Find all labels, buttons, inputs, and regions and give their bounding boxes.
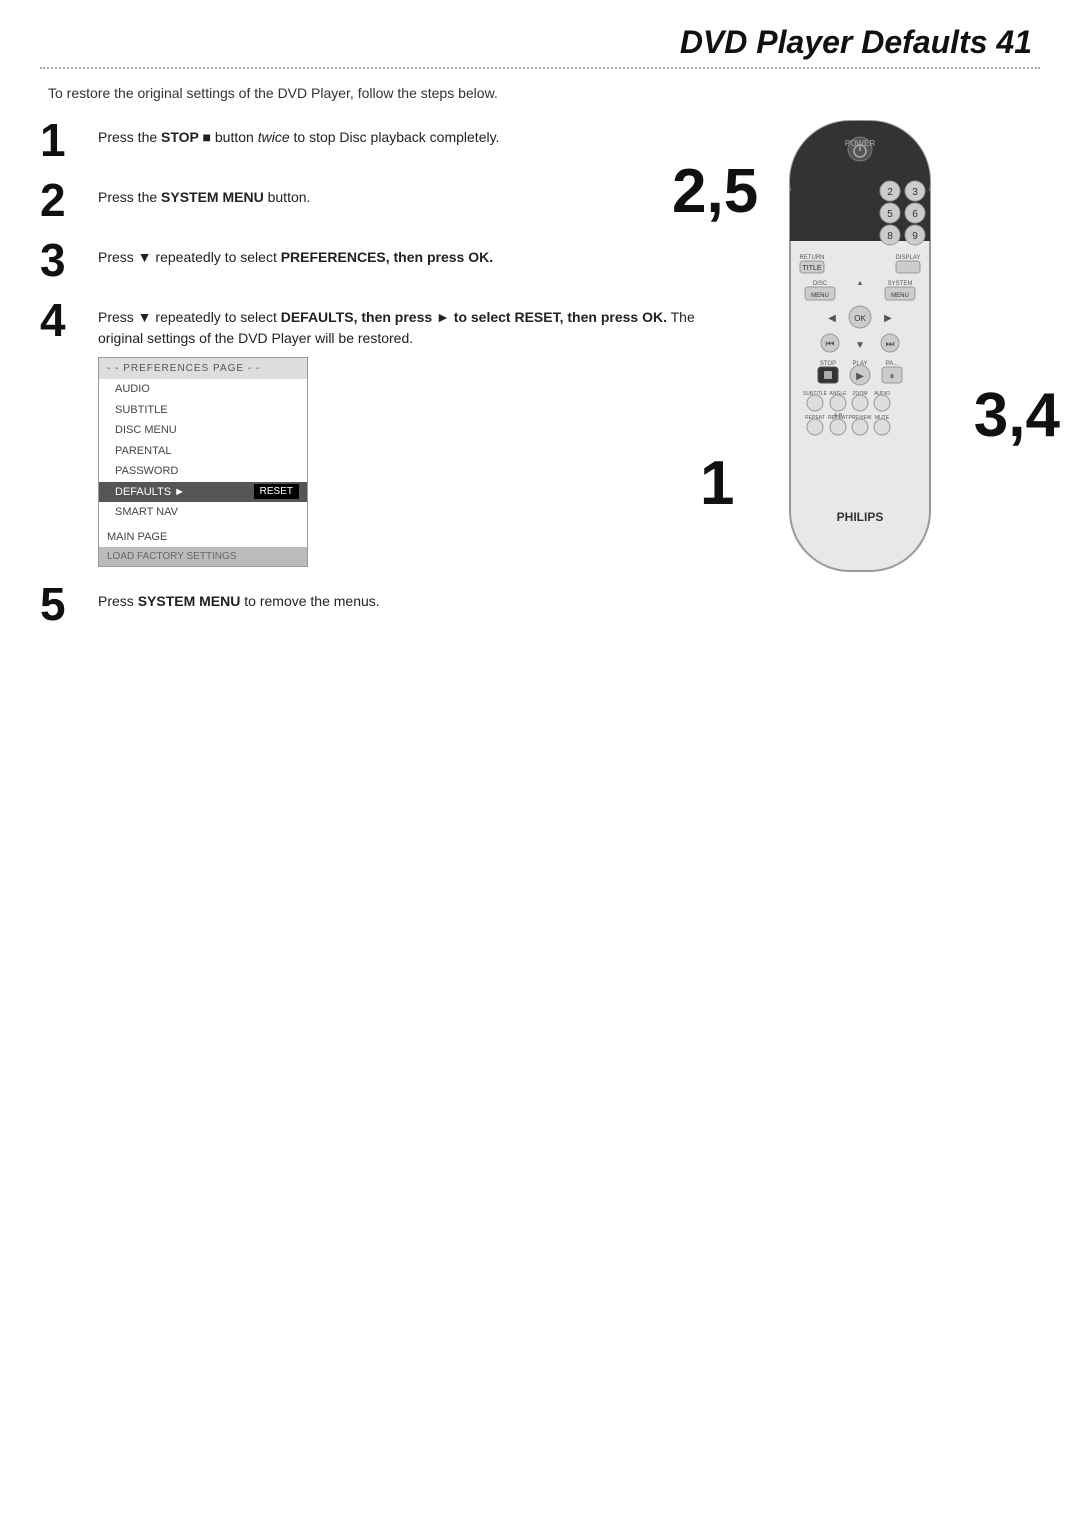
svg-text:STOP: STOP [820, 361, 836, 367]
svg-text:◀: ◀ [828, 313, 836, 324]
step-3-row: 3 Press ▼ repeatedly to select PREFERENC… [40, 241, 700, 283]
step-4-number: 4 [40, 297, 88, 343]
remote-label-34: 3,4 [974, 385, 1060, 447]
step-2-number: 2 [40, 177, 88, 223]
remote-label-1: 1 [700, 453, 734, 515]
svg-text:MENU: MENU [891, 293, 909, 299]
svg-text:⏮: ⏮ [826, 339, 835, 350]
step-2-row: 2 Press the SYSTEM MENU button. [40, 181, 700, 223]
step-1-text: Press the STOP ■ button twice to stop Di… [98, 121, 499, 148]
svg-text:⏭: ⏭ [886, 339, 895, 350]
svg-text:SYSTEM: SYSTEM [888, 281, 913, 287]
menu-item-disc-menu: DISC MENU [99, 420, 307, 441]
content-area: 1 Press the STOP ■ button twice to stop … [0, 121, 1080, 645]
step-4-row: 4 Press ▼ repeatedly to select DEFAULTS,… [40, 301, 700, 567]
step-3-number: 3 [40, 237, 88, 283]
svg-text:OK: OK [854, 314, 866, 323]
svg-text:2: 2 [887, 187, 893, 198]
svg-text:MENU: MENU [811, 293, 829, 299]
svg-text:▶: ▶ [884, 313, 892, 324]
svg-text:A-B: A-B [834, 413, 843, 419]
svg-text:8: 8 [887, 231, 893, 242]
svg-text:DISC: DISC [813, 281, 828, 287]
menu-item-subtitle: SUBTITLE [99, 400, 307, 421]
intro-text: To restore the original settings of the … [48, 85, 1032, 101]
step-3-text: Press ▼ repeatedly to select PREFERENCES… [98, 241, 493, 268]
menu-item-smart-nav: SMART NAV [99, 502, 307, 523]
svg-text:PA...: PA... [886, 361, 899, 367]
steps-column: 1 Press the STOP ■ button twice to stop … [40, 121, 720, 645]
step-2-text: Press the SYSTEM MENU button. [98, 181, 310, 208]
remote-wrapper: 2,5 3,4 1 POWER 2 3 [730, 111, 1030, 595]
step-1-number: 1 [40, 117, 88, 163]
svg-text:▶: ▶ [856, 371, 864, 382]
step-5-row: 5 Press SYSTEM MENU to remove the menus. [40, 585, 700, 627]
svg-text:3: 3 [912, 187, 918, 198]
svg-text:⏸: ⏸ [890, 371, 895, 381]
step-5-number: 5 [40, 581, 88, 627]
menu-item-load-settings: LOAD FACTORY SETTINGS [99, 547, 307, 566]
menu-item-password: PASSWORD [99, 461, 307, 482]
page-title: DVD Player Defaults 41 [0, 0, 1080, 67]
svg-text:RETURN: RETURN [800, 255, 825, 261]
svg-text:5: 5 [887, 209, 893, 220]
defaults-label: DEFAULTS ► [115, 484, 185, 501]
svg-text:DISPLAY: DISPLAY [896, 255, 921, 261]
svg-text:▲: ▲ [857, 280, 864, 287]
section-divider [40, 67, 1040, 69]
svg-text:PHILIPS: PHILIPS [837, 510, 884, 524]
svg-text:TITLE: TITLE [802, 265, 821, 272]
step-5-text: Press SYSTEM MENU to remove the menus. [98, 585, 380, 612]
svg-text:▼: ▼ [855, 340, 865, 351]
menu-item-defaults: DEFAULTS ► RESET [99, 482, 307, 503]
menu-preview: - - PREFERENCES PAGE - - AUDIO SUBTITLE … [98, 357, 308, 567]
reset-button-label: RESET [254, 484, 299, 499]
menu-item-main-page: MAIN PAGE [99, 527, 307, 548]
step-4-text: Press ▼ repeatedly to select DEFAULTS, t… [98, 301, 700, 567]
menu-item-parental: PARENTAL [99, 441, 307, 462]
menu-item-audio: AUDIO [99, 379, 307, 400]
remote-image: POWER 2 3 5 6 8 9 RETUR [730, 111, 990, 591]
svg-text:9: 9 [912, 231, 918, 242]
step-1-row: 1 Press the STOP ■ button twice to stop … [40, 121, 700, 163]
remote-label-25: 2,5 [672, 161, 758, 223]
menu-header: - - PREFERENCES PAGE - - [99, 358, 307, 379]
remote-column: 2,5 3,4 1 POWER 2 3 [720, 111, 1040, 595]
svg-text:6: 6 [912, 209, 918, 220]
